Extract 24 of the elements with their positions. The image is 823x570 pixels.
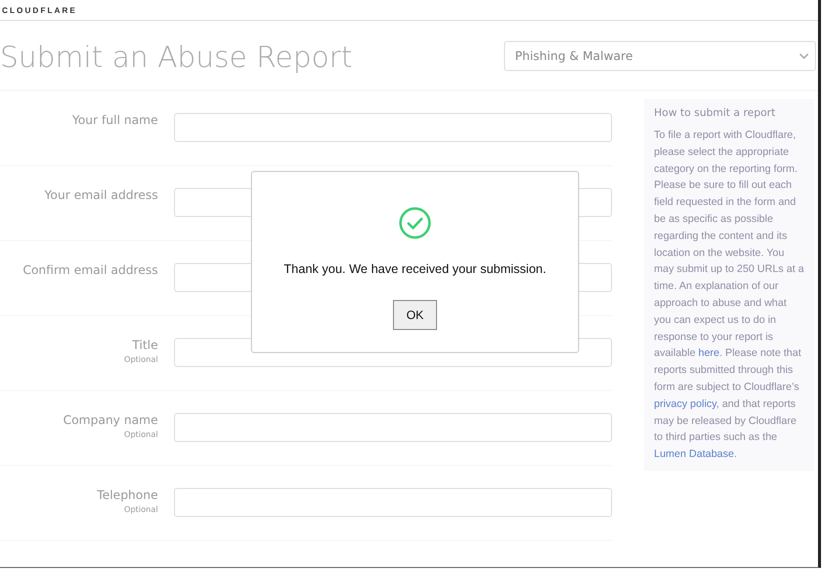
field-label: Company name [63,413,158,427]
help-link[interactable]: here [698,347,720,360]
optional-note: Optional [124,505,158,514]
field-label: Title [132,338,158,352]
input-field[interactable] [174,113,612,142]
help-heading: How to submit a report [654,107,776,119]
field-label: Confirm email address [22,263,158,277]
input-field[interactable] [174,488,612,517]
help-paragraph: To file a report with Cloudflare, please select the appropriate category on the reporting form. Please be sure to fill out each field requested in the form and be as specific as possible regarding the content and its location on the website. You may submit up to 250 URLs at a time. An explanation of our approach to abuse and what you can expect us to do in response to your report is available here. Please note that reports submitted through this form are subject to Cloudflare’s privacy policy, and that reports may be released by Cloudflare to third parties such as the Lumen Database. [654,128,804,462]
optional-note: Optional [124,430,158,439]
input-field[interactable] [174,413,612,442]
dialog-message: Thank you. We have received your submission. [284,262,546,276]
check-circle-icon [399,207,431,239]
field-label: Your full name [72,113,158,127]
help-link[interactable]: privacy policy [654,398,716,410]
ok-button[interactable]: OK [393,300,437,330]
category-select[interactable]: Phishing & Malware [504,41,816,71]
field-label: Telephone [97,488,158,502]
page-title: Submit an Abuse Report [0,41,352,72]
optional-note: Optional [124,355,158,364]
field-label: Your email address [44,188,158,202]
logo-text: CLOUDFLARE [1,6,78,14]
chevron-down-icon [799,53,809,59]
help-link[interactable]: Lumen Database [654,448,734,460]
